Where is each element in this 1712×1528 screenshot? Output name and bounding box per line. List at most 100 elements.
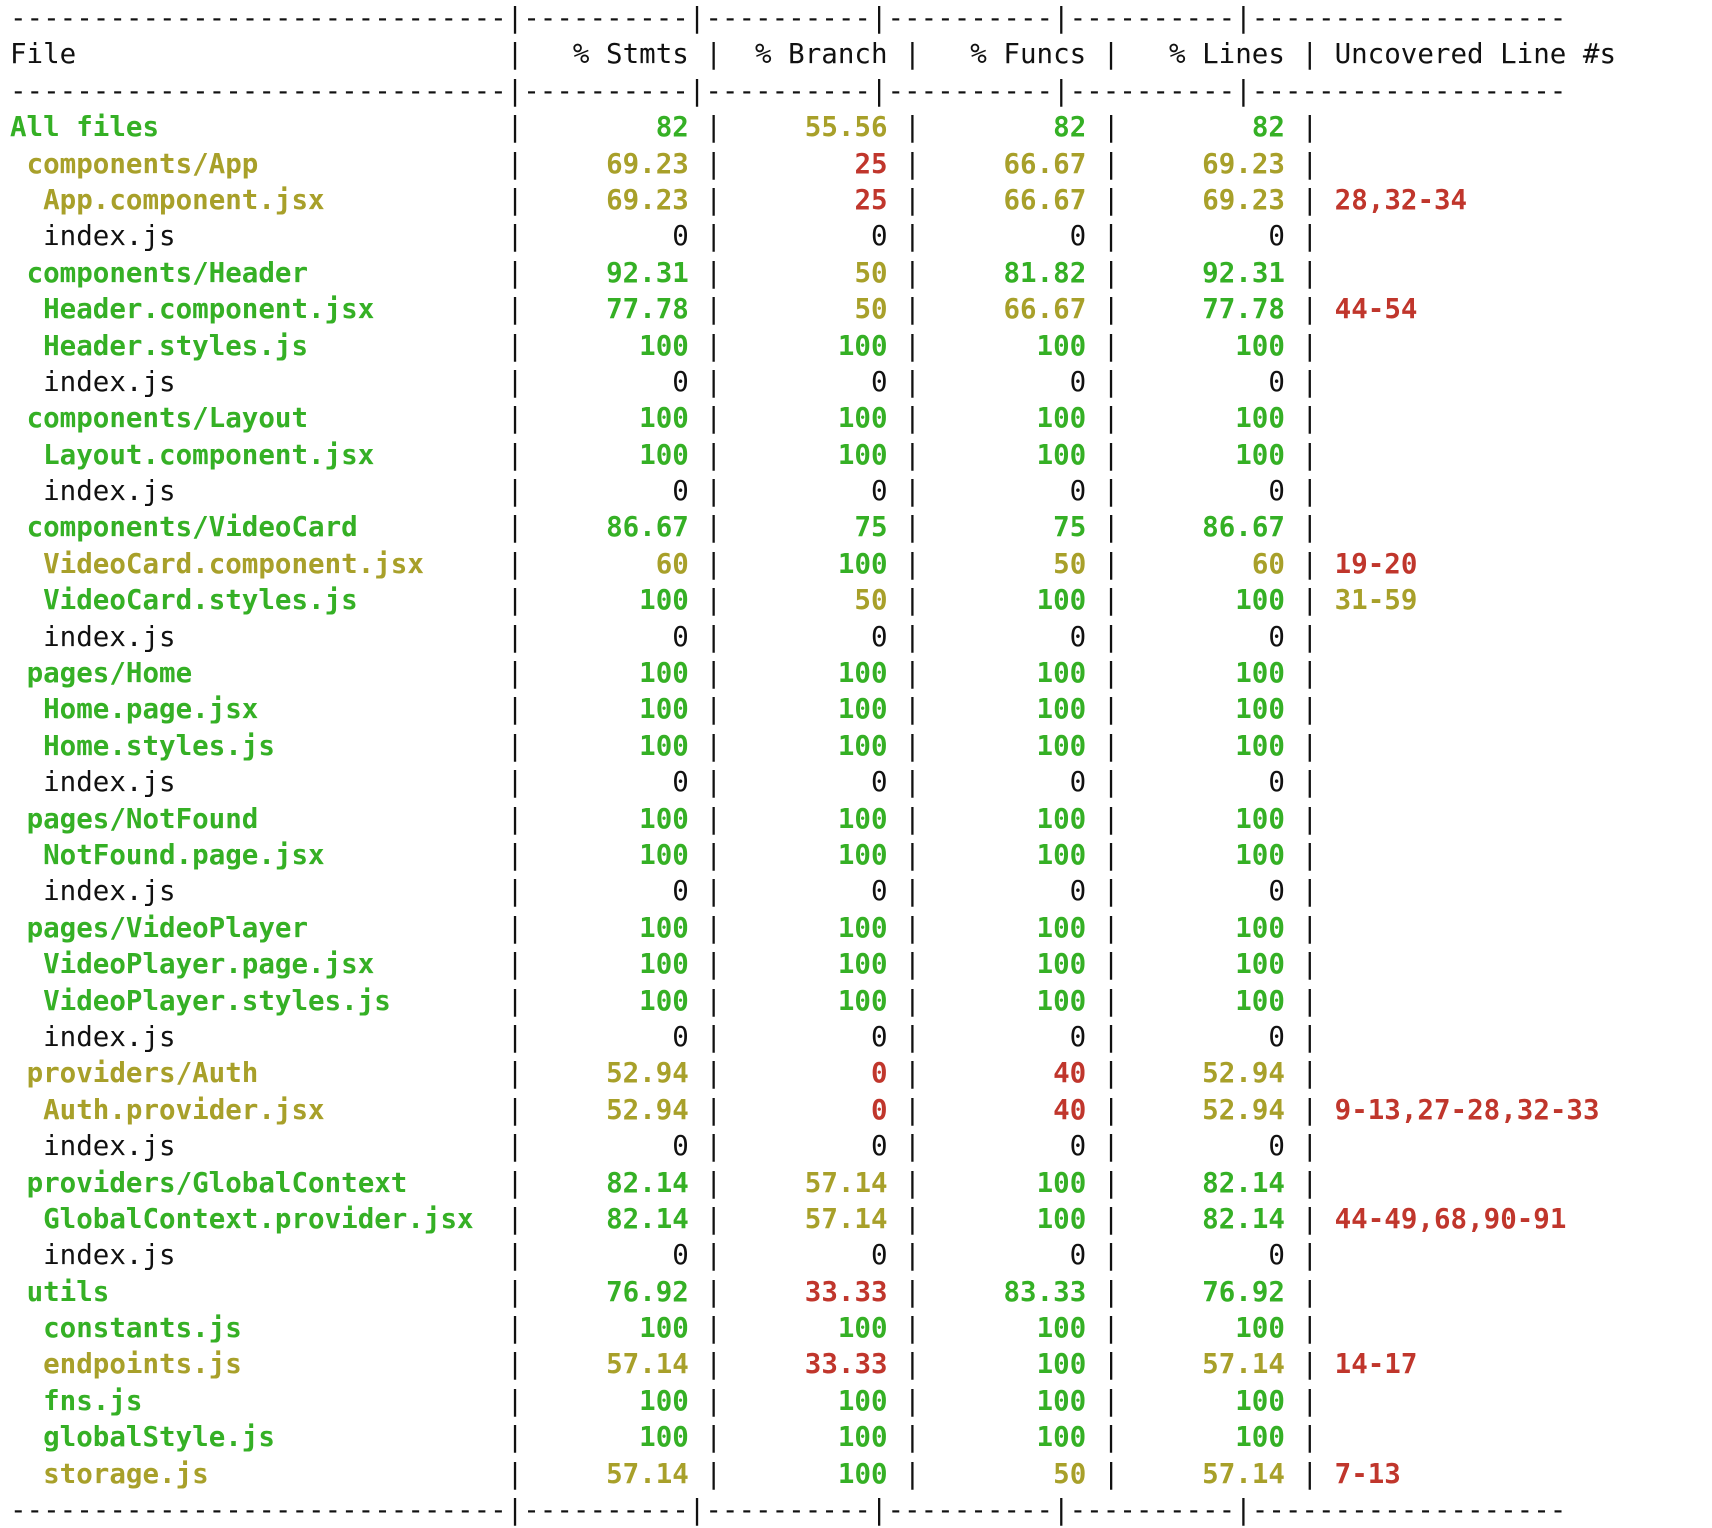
table-row: App.component.jsx | 69.23 | 25 | 66.67 |…: [43, 183, 1468, 216]
funcs-cell: 82: [1053, 111, 1087, 144]
branch-cell: 100: [837, 948, 888, 981]
table-row: index.js | 0 | 0 | 0 | 0 |: [43, 220, 1335, 253]
file-name-cell: pages/VideoPlayer: [26, 911, 309, 944]
file-name-cell: globalStyle.js: [43, 1421, 275, 1454]
lines-cell: 100: [1235, 911, 1285, 944]
stmts-cell: 100: [639, 802, 689, 835]
funcs-cell: 100: [1036, 911, 1087, 944]
funcs-cell: 50: [1053, 547, 1087, 580]
branch-cell: 0: [870, 475, 888, 508]
lines-cell: 82.14: [1202, 1202, 1285, 1235]
file-name-cell: components/VideoCard: [26, 511, 358, 544]
stmts-cell: 0: [672, 875, 689, 908]
stmts-cell: 0: [672, 766, 689, 799]
table-row: NotFound.page.jsx | 100 | 100 | 100 | 10…: [43, 838, 1335, 871]
branch-cell: 100: [837, 1384, 888, 1417]
funcs-cell: 0: [1069, 365, 1087, 398]
funcs-cell: 100: [1036, 1348, 1087, 1381]
table-row: utils | 76.92 | 33.33 | 83.33 | 76.92 |: [26, 1275, 1335, 1308]
file-name-cell: index.js: [43, 475, 176, 508]
table-row: components/Header | 92.31 | 50 | 81.82 |…: [26, 256, 1335, 289]
branch-cell: 33.33: [804, 1275, 888, 1308]
lines-cell: 100: [1235, 802, 1285, 835]
branch-cell: 0: [870, 365, 888, 398]
file-name-cell: Layout.component.jsx: [43, 438, 375, 471]
branch-cell: 0: [870, 875, 888, 908]
file-name-cell: pages/NotFound: [26, 802, 259, 835]
branch-cell: 0: [870, 1130, 888, 1163]
column-header: % Lines: [1135, 38, 1285, 71]
branch-cell: 0: [870, 1239, 888, 1272]
funcs-cell: 100: [1036, 1202, 1087, 1235]
stmts-cell: 60: [655, 547, 689, 580]
funcs-cell: 100: [1036, 329, 1087, 362]
table-row: pages/VideoPlayer | 100 | 100 | 100 | 10…: [26, 911, 1335, 944]
lines-cell: 69.23: [1202, 147, 1285, 180]
file-name-cell: index.js: [43, 1020, 176, 1053]
table-row: pages/NotFound | 100 | 100 | 100 | 100 |: [26, 802, 1335, 835]
branch-cell: 0: [870, 220, 888, 253]
table-row: VideoCard.styles.js | 100 | 50 | 100 | 1…: [43, 584, 1418, 617]
funcs-cell: 66.67: [1003, 183, 1087, 216]
funcs-cell: 100: [1036, 402, 1087, 435]
lines-cell: 100: [1235, 657, 1285, 690]
stmts-cell: 0: [672, 620, 689, 653]
table-row: index.js | 0 | 0 | 0 | 0 |: [43, 1130, 1335, 1163]
file-name-cell: index.js: [43, 620, 176, 653]
branch-cell: 100: [837, 657, 888, 690]
funcs-cell: 100: [1036, 984, 1087, 1017]
table-row: Header.component.jsx | 77.78 | 50 | 66.6…: [43, 293, 1418, 326]
funcs-cell: 100: [1036, 1421, 1087, 1454]
lines-cell: 52.94: [1202, 1093, 1285, 1126]
table-row: index.js | 0 | 0 | 0 | 0 |: [43, 1239, 1335, 1272]
lines-cell: 60: [1251, 547, 1285, 580]
uncovered-lines-cell: 28,32-34: [1334, 183, 1468, 216]
stmts-cell: 100: [639, 1384, 689, 1417]
file-name-cell: providers/GlobalContext: [26, 1166, 408, 1199]
lines-cell: 76.92: [1202, 1275, 1285, 1308]
lines-cell: 100: [1235, 693, 1285, 726]
table-row: index.js | 0 | 0 | 0 | 0 |: [43, 365, 1335, 398]
table-divider-bottom: ------------------------------|---------…: [10, 1494, 1567, 1527]
lines-cell: 100: [1235, 1421, 1285, 1454]
table-row: Home.styles.js | 100 | 100 | 100 | 100 |: [43, 729, 1335, 762]
lines-cell: 57.14: [1202, 1457, 1285, 1490]
column-header: File: [10, 38, 491, 71]
file-name-cell: VideoPlayer.page.jsx: [43, 948, 375, 981]
funcs-cell: 100: [1036, 802, 1087, 835]
stmts-cell: 52.94: [606, 1057, 689, 1090]
file-name-cell: storage.js: [43, 1457, 209, 1490]
lines-cell: 100: [1235, 729, 1285, 762]
table-row: fns.js | 100 | 100 | 100 | 100 |: [43, 1384, 1335, 1417]
lines-cell: 57.14: [1202, 1348, 1285, 1381]
stmts-cell: 100: [639, 329, 689, 362]
uncovered-lines-cell: 44-54: [1334, 293, 1418, 326]
stmts-cell: 100: [639, 402, 689, 435]
table-row: index.js | 0 | 0 | 0 | 0 |: [43, 620, 1335, 653]
table-row: components/Layout | 100 | 100 | 100 | 10…: [26, 402, 1335, 435]
lines-cell: 52.94: [1202, 1057, 1285, 1090]
column-header: % Branch: [738, 38, 888, 71]
funcs-cell: 0: [1069, 1130, 1087, 1163]
branch-cell: 100: [837, 729, 888, 762]
funcs-cell: 0: [1069, 220, 1087, 253]
stmts-cell: 100: [639, 948, 689, 981]
stmts-cell: 100: [639, 838, 689, 871]
file-name-cell: components/Header: [26, 256, 309, 289]
branch-cell: 75: [854, 511, 888, 544]
table-row: pages/Home | 100 | 100 | 100 | 100 |: [26, 657, 1335, 690]
stmts-cell: 0: [672, 1239, 689, 1272]
file-name-cell: components/App: [26, 147, 259, 180]
branch-cell: 100: [837, 984, 888, 1017]
funcs-cell: 40: [1053, 1093, 1087, 1126]
branch-cell: 50: [854, 293, 888, 326]
funcs-cell: 100: [1036, 838, 1087, 871]
stmts-cell: 82: [655, 111, 689, 144]
lines-cell: 0: [1268, 1020, 1285, 1053]
column-header: % Stmts: [539, 38, 689, 71]
funcs-cell: 0: [1069, 1239, 1087, 1272]
file-name-cell: NotFound.page.jsx: [43, 838, 325, 871]
branch-cell: 0: [870, 620, 888, 653]
table-row: index.js | 0 | 0 | 0 | 0 |: [43, 875, 1335, 908]
file-name-cell: Auth.provider.jsx: [43, 1093, 325, 1126]
